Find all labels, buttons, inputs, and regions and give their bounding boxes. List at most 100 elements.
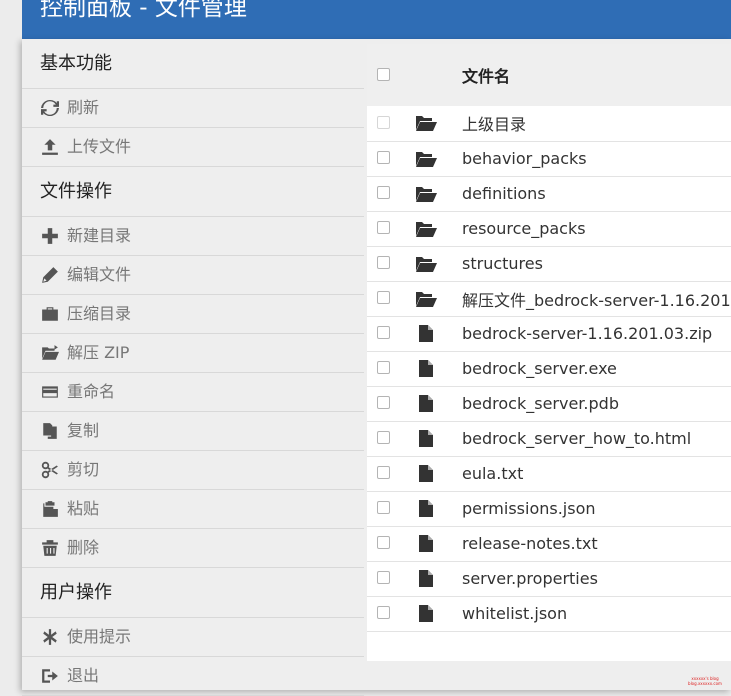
upload-icon bbox=[40, 137, 60, 157]
sidebar-item[interactable]: 编辑文件 bbox=[22, 256, 364, 295]
row-checkbox[interactable] bbox=[377, 466, 390, 479]
row-checkbox[interactable] bbox=[377, 115, 390, 129]
sidebar-item-label: 上传文件 bbox=[67, 137, 132, 156]
page-title: 控制面板 - 文件管理 bbox=[40, 0, 247, 21]
folder-open-icon bbox=[411, 211, 460, 246]
filename-column-header[interactable]: 文件名 bbox=[460, 44, 731, 106]
row-checkbox[interactable] bbox=[377, 186, 390, 199]
sidebar-section-heading: 基本功能 bbox=[22, 39, 364, 89]
file-name-link[interactable]: permissions.json bbox=[460, 491, 731, 526]
row-checkbox[interactable] bbox=[377, 606, 390, 619]
sidebar-item[interactable]: 刷新 bbox=[22, 89, 364, 128]
sidebar-item[interactable]: 复制 bbox=[22, 412, 364, 451]
folder-open-icon bbox=[411, 141, 460, 176]
table-row[interactable]: release-notes.txt bbox=[367, 526, 731, 561]
file-name-link[interactable]: resource_packs bbox=[460, 211, 731, 246]
clipboard-icon bbox=[40, 499, 60, 519]
table-row[interactable]: whitelist.json bbox=[367, 596, 731, 631]
row-checkbox[interactable] bbox=[377, 291, 390, 304]
file-name-link[interactable]: eula.txt bbox=[460, 456, 731, 491]
sidebar: 基本功能 刷新上传文件文件操作新建目录编辑文件 压缩目录解压 ZIP 重命名复制剪切粘… bbox=[22, 39, 364, 696]
table-row[interactable]: bedrock_server.pdb bbox=[367, 386, 731, 421]
sidebar-item[interactable]: 使用提示 bbox=[22, 618, 364, 657]
trash-icon bbox=[40, 538, 60, 558]
sidebar-item-label: 新建目录 bbox=[67, 226, 132, 245]
sidebar-item[interactable]: 上传文件 bbox=[22, 128, 364, 167]
table-row[interactable]: resource_packs bbox=[367, 211, 731, 246]
table-row[interactable]: eula.txt bbox=[367, 456, 731, 491]
sidebar-item-label: 剪切 bbox=[67, 460, 100, 479]
sidebar-item[interactable]: 解压 ZIP bbox=[22, 334, 364, 373]
table-row[interactable]: bedrock_server_how_to.html bbox=[367, 421, 731, 456]
sidebar-item[interactable]: 压缩目录 bbox=[22, 295, 364, 334]
asterisk-icon bbox=[40, 627, 60, 647]
file-name-link[interactable]: server.properties bbox=[460, 561, 731, 596]
row-checkbox[interactable] bbox=[377, 536, 390, 549]
sidebar-section-heading: 文件操作 bbox=[22, 167, 364, 217]
file-name-link[interactable]: definitions bbox=[460, 176, 731, 211]
file-icon bbox=[411, 386, 460, 421]
file-table: 文件名 上级目录 behavior_packs definitions resourc… bbox=[367, 44, 731, 632]
file-name-link[interactable]: whitelist.json bbox=[460, 596, 731, 631]
page-panel: 基本功能 刷新上传文件文件操作新建目录编辑文件 压缩目录解压 ZIP 重命名复制剪切粘… bbox=[22, 39, 731, 696]
row-checkbox[interactable] bbox=[377, 361, 390, 374]
table-row[interactable]: behavior_packs bbox=[367, 141, 731, 176]
sidebar-item-label: 解压 ZIP bbox=[67, 343, 130, 362]
row-checkbox[interactable] bbox=[377, 501, 390, 514]
file-name-link[interactable]: 解压文件_bedrock-server-1.16.201.03 bbox=[460, 281, 731, 316]
table-row[interactable]: permissions.json bbox=[367, 491, 731, 526]
file-name-link[interactable]: bedrock-server-1.16.201.03.zip bbox=[460, 316, 731, 351]
sidebar-item[interactable]: 删除 bbox=[22, 529, 364, 568]
folder-open-icon bbox=[40, 343, 60, 363]
file-name-link[interactable]: structures bbox=[460, 246, 731, 281]
file-icon bbox=[411, 456, 460, 491]
file-name-link[interactable]: bedrock_server.exe bbox=[460, 351, 731, 386]
file-icon bbox=[411, 351, 460, 386]
folder-open-icon bbox=[411, 106, 460, 141]
row-checkbox[interactable] bbox=[377, 221, 390, 234]
row-checkbox[interactable] bbox=[377, 431, 390, 444]
sidebar-item[interactable]: 新建目录 bbox=[22, 217, 364, 256]
sidebar-item-label: 复制 bbox=[67, 421, 100, 440]
pencil-icon bbox=[40, 265, 60, 285]
sidebar-item[interactable]: 粘贴 bbox=[22, 490, 364, 529]
row-checkbox[interactable] bbox=[377, 256, 390, 269]
file-icon bbox=[411, 596, 460, 631]
file-name-link[interactable]: behavior_packs bbox=[460, 141, 731, 176]
sidebar-item-label: 粘贴 bbox=[67, 499, 100, 518]
file-icon bbox=[411, 421, 460, 456]
app-header: 控制面板 - 文件管理 bbox=[22, 0, 731, 39]
table-header-row: 文件名 bbox=[367, 44, 731, 106]
row-checkbox[interactable] bbox=[377, 326, 390, 339]
file-icon bbox=[411, 491, 460, 526]
file-list-panel: 文件名 上级目录 behavior_packs definitions resourc… bbox=[367, 44, 731, 661]
scissors-icon bbox=[40, 460, 60, 480]
sidebar-section-heading: 用户操作 bbox=[22, 568, 364, 618]
table-row[interactable]: server.properties bbox=[367, 561, 731, 596]
row-checkbox[interactable] bbox=[377, 571, 390, 584]
folder-open-icon bbox=[411, 176, 460, 211]
table-row[interactable]: bedrock-server-1.16.201.03.zip bbox=[367, 316, 731, 351]
row-checkbox[interactable] bbox=[377, 396, 390, 409]
sidebar-item[interactable]: 重命名 bbox=[22, 373, 364, 412]
row-checkbox[interactable] bbox=[377, 151, 390, 164]
file-name-link[interactable]: bedrock_server.pdb bbox=[460, 386, 731, 421]
logout-icon bbox=[40, 666, 60, 686]
file-icon bbox=[411, 316, 460, 351]
refresh-icon bbox=[40, 98, 60, 118]
folder-open-icon bbox=[411, 246, 460, 281]
file-name-link[interactable]: bedrock_server_how_to.html bbox=[460, 421, 731, 456]
watermark: xxxxxx's blog blog.xxxxxx.com bbox=[688, 676, 722, 686]
file-name-link[interactable]: 上级目录 bbox=[460, 106, 731, 141]
file-name-link[interactable]: release-notes.txt bbox=[460, 526, 731, 561]
sidebar-item[interactable]: 退出 bbox=[22, 657, 364, 696]
sidebar-item[interactable]: 剪切 bbox=[22, 451, 364, 490]
credit-card-icon bbox=[40, 382, 60, 402]
table-row[interactable]: structures bbox=[367, 246, 731, 281]
table-row[interactable]: 解压文件_bedrock-server-1.16.201.03 bbox=[367, 281, 731, 316]
plus-icon bbox=[40, 226, 60, 246]
table-row[interactable]: 上级目录 bbox=[367, 106, 731, 141]
table-row[interactable]: definitions bbox=[367, 176, 731, 211]
select-all-checkbox[interactable] bbox=[377, 67, 390, 81]
table-row[interactable]: bedrock_server.exe bbox=[367, 351, 731, 386]
